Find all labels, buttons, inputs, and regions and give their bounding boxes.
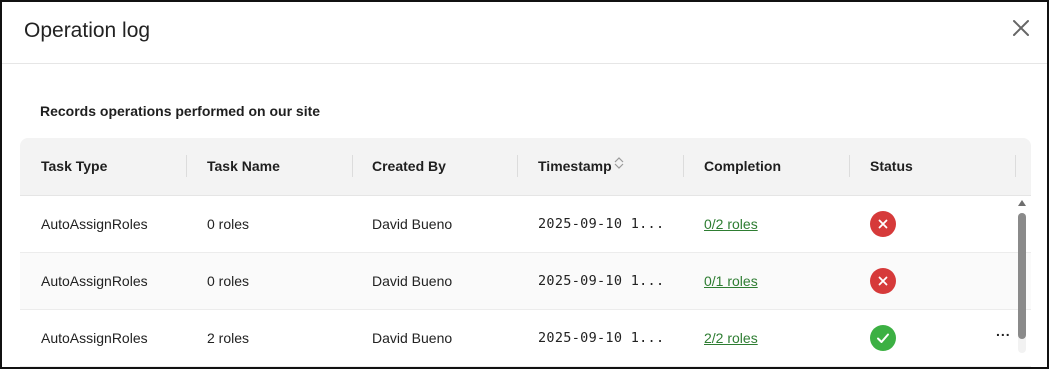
column-divider [186, 155, 187, 177]
close-icon [1013, 20, 1029, 36]
sort-icon[interactable] [613, 138, 625, 195]
column-header-task-type: Task Type [41, 158, 108, 174]
column-divider [1015, 155, 1016, 177]
table-scrollbar[interactable] [1016, 199, 1028, 353]
x-circle-icon [878, 276, 888, 286]
column-header-status: Status [870, 158, 913, 174]
cell-timestamp: 2025-09-10 1... [538, 330, 665, 346]
column-header-timestamp[interactable]: Timestamp [538, 138, 625, 195]
operation-table: Task Type Task Name Created By Timestamp… [20, 138, 1031, 367]
column-divider [352, 155, 353, 177]
more-options-button[interactable]: ... [996, 323, 1011, 339]
x-circle-icon [878, 219, 888, 229]
dialog-title: Operation log [24, 19, 151, 42]
column-header-task-name: Task Name [207, 158, 280, 174]
cell-created-by: David Bueno [372, 216, 453, 232]
cell-timestamp: 2025-09-10 1... [538, 273, 665, 289]
operation-log-dialog: Operation log Records operations perform… [0, 0, 1049, 369]
cell-task-type: AutoAssignRoles [41, 330, 148, 346]
dialog-subtitle: Records operations performed on our site [40, 103, 321, 119]
table-row: AutoAssignRoles 2 roles David Bueno 2025… [20, 310, 1031, 367]
table-row: AutoAssignRoles 0 roles David Bueno 2025… [20, 253, 1031, 310]
scroll-track[interactable] [1018, 213, 1026, 353]
cell-created-by: David Bueno [372, 273, 453, 289]
table-header: Task Type Task Name Created By Timestamp… [20, 138, 1031, 196]
column-header-timestamp-label: Timestamp [538, 158, 612, 174]
check-circle-icon [877, 333, 889, 343]
cell-task-type: AutoAssignRoles [41, 216, 148, 232]
cell-timestamp: 2025-09-10 1... [538, 216, 665, 232]
status-failed-badge [870, 268, 896, 294]
cell-task-type: AutoAssignRoles [41, 273, 148, 289]
completion-link[interactable]: 0/2 roles [704, 216, 758, 232]
cell-created-by: David Bueno [372, 330, 453, 346]
scroll-up-arrow-icon[interactable] [1018, 199, 1026, 207]
scroll-thumb[interactable] [1018, 213, 1026, 339]
status-failed-badge [870, 211, 896, 237]
status-success-badge [870, 325, 896, 351]
completion-link[interactable]: 2/2 roles [704, 330, 758, 346]
cell-task-name: 2 roles [207, 330, 250, 346]
dialog-header: Operation log [2, 2, 1047, 64]
cell-task-name: 0 roles [207, 216, 250, 232]
cell-task-name: 0 roles [207, 273, 250, 289]
column-header-completion: Completion [704, 158, 781, 174]
column-header-created-by: Created By [372, 158, 446, 174]
column-divider [849, 155, 850, 177]
column-divider [683, 155, 684, 177]
table-row: AutoAssignRoles 0 roles David Bueno 2025… [20, 196, 1031, 253]
completion-link[interactable]: 0/1 roles [704, 273, 758, 289]
close-button[interactable] [1009, 16, 1033, 40]
column-divider [517, 155, 518, 177]
